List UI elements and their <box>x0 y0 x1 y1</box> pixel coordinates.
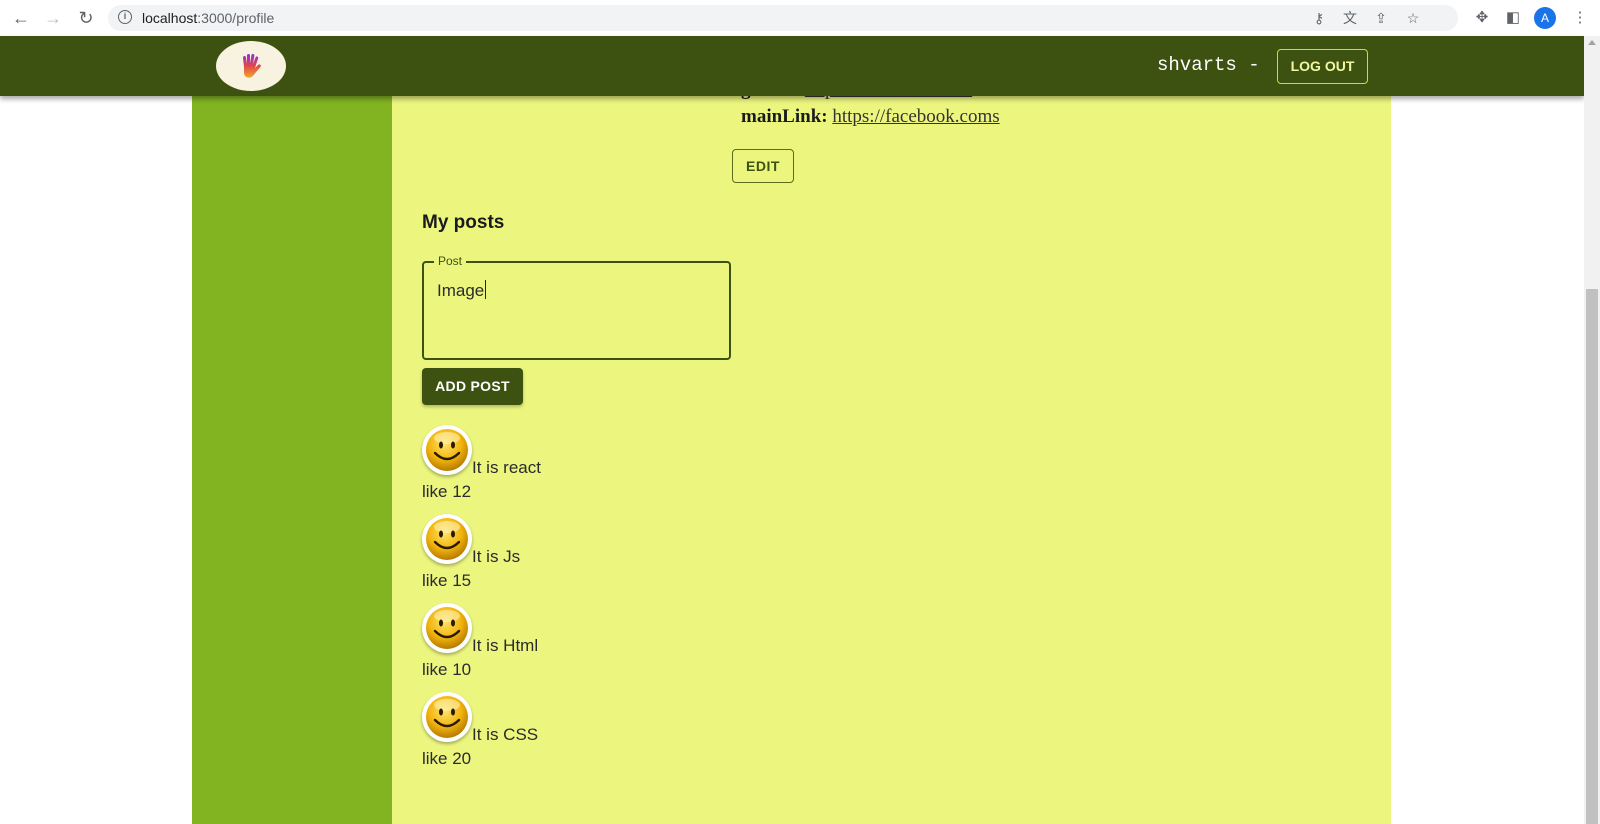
post-textarea[interactable]: Post Image <box>422 254 731 360</box>
back-arrow-icon[interactable]: ← <box>10 7 32 29</box>
translate-icon[interactable]: 文 <box>1341 9 1359 27</box>
post-avatar <box>422 425 472 475</box>
post-likes: like 20 <box>422 749 472 768</box>
side-panel-icon[interactable]: ◧ <box>1503 8 1523 28</box>
post-item: It is Js like 15 <box>422 514 722 602</box>
key-icon[interactable]: ⚷ <box>1310 9 1328 27</box>
smiley-face-icon <box>426 607 468 649</box>
post-field-legend: Post <box>434 254 467 268</box>
post-message: It is react <box>472 458 541 477</box>
edit-button[interactable]: EDIT <box>732 149 794 183</box>
post-field-value[interactable]: Image <box>437 281 484 300</box>
add-post-button[interactable]: ADD POST <box>422 368 523 405</box>
post-likes: like 15 <box>422 571 472 590</box>
mainlink-link[interactable]: https://facebook.coms <box>832 106 999 127</box>
hand-logo-icon <box>243 53 261 78</box>
post-avatar <box>422 692 472 742</box>
post-avatar <box>422 603 472 653</box>
post-avatar <box>422 514 472 564</box>
scroll-up-arrow-icon[interactable] <box>1588 40 1596 45</box>
post-likes: like 10 <box>422 660 472 679</box>
page: github: https://facebook.coms mainLink: … <box>0 36 1584 824</box>
site-info-icon[interactable]: i <box>118 10 132 24</box>
post-likes: like 12 <box>422 482 472 501</box>
page-scrollbar[interactable] <box>1584 36 1600 824</box>
smiley-face-icon <box>426 518 468 560</box>
post-item: It is CSS like 20 <box>422 692 722 780</box>
forward-arrow-icon[interactable]: → <box>42 7 64 29</box>
url-text[interactable]: localhost:3000/profile <box>142 10 274 26</box>
menu-kebab-icon[interactable]: ⋮ <box>1570 8 1590 28</box>
mainlink-label: mainLink: <box>741 106 828 127</box>
smiley-face-icon <box>426 696 468 738</box>
app-logo[interactable] <box>216 41 286 91</box>
post-message: It is Html <box>472 636 539 655</box>
browser-toolbar: ← → ↻ i localhost:3000/profile ⚷ 文 ⇪ ☆ ✥… <box>0 0 1600 37</box>
smiley-face-icon <box>426 429 468 471</box>
app-header: shvarts - LOG OUT <box>0 36 1584 96</box>
reload-icon[interactable]: ↻ <box>75 7 97 29</box>
mainlink-row: mainLink: https://facebook.coms <box>741 106 1000 128</box>
bookmark-star-icon[interactable]: ☆ <box>1404 9 1422 27</box>
text-caret <box>485 280 487 299</box>
extensions-puzzle-icon[interactable]: ✥ <box>1472 8 1492 28</box>
posts-title: My posts <box>422 212 505 233</box>
address-bar[interactable]: i localhost:3000/profile ⚷ 文 ⇪ ☆ <box>108 5 1458 31</box>
post-message: It is Js <box>472 547 521 566</box>
post-message: It is CSS <box>472 725 539 744</box>
post-item: It is react like 12 <box>422 425 722 513</box>
username: shvarts - <box>1157 54 1260 76</box>
share-icon[interactable]: ⇪ <box>1372 9 1390 27</box>
scroll-thumb[interactable] <box>1586 289 1598 824</box>
sidebar <box>192 36 392 824</box>
post-item: It is Html like 10 <box>422 603 722 691</box>
profile-avatar[interactable]: A <box>1534 7 1556 29</box>
logout-button[interactable]: LOG OUT <box>1277 49 1368 84</box>
